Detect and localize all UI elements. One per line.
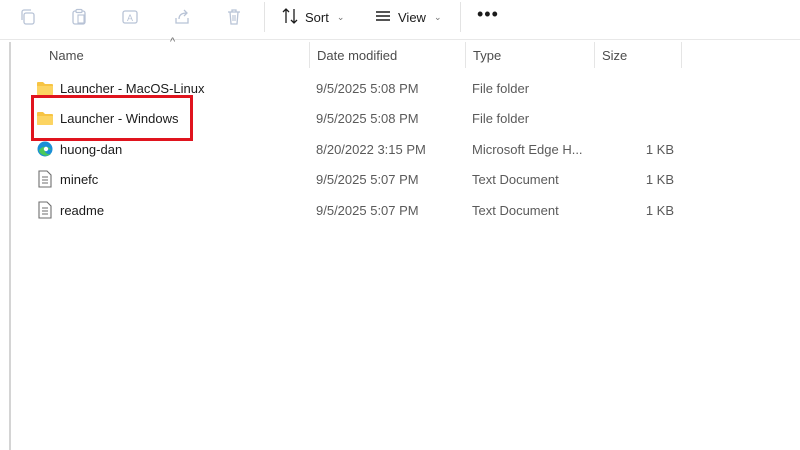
date-cell: 9/5/2025 5:08 PM <box>316 110 419 126</box>
date-cell: 9/5/2025 5:07 PM <box>316 202 419 218</box>
share-icon[interactable] <box>170 5 194 29</box>
column-header-date-modified[interactable]: Date modified <box>311 40 465 70</box>
chevron-down-icon: ⌄ <box>336 11 345 22</box>
file-name: Launcher - MacOS-Linux <box>60 80 205 96</box>
size-cell <box>594 73 674 103</box>
command-bar: A Sort ⌄ View ⌄ ••• <box>0 0 800 36</box>
sort-icon <box>281 7 299 28</box>
view-icon <box>374 7 392 28</box>
sort-label: Sort <box>305 9 329 25</box>
size-cell <box>594 103 674 133</box>
type-cell: Text Document <box>472 202 559 218</box>
column-divider[interactable] <box>465 42 466 68</box>
delete-icon[interactable] <box>222 5 246 29</box>
view-label: View <box>398 9 426 25</box>
column-divider[interactable] <box>594 42 595 68</box>
size-cell: 1 KB <box>645 141 674 157</box>
date-cell: 9/5/2025 5:08 PM <box>316 80 419 96</box>
toolbar-divider <box>460 2 461 32</box>
type-cell: Microsoft Edge H... <box>472 141 583 157</box>
size-cell: 1 KB <box>645 202 674 218</box>
text-document-icon <box>36 170 54 188</box>
file-row[interactable]: readme 9/5/2025 5:07 PM Text Document 1 … <box>28 195 688 225</box>
paste-icon[interactable] <box>67 5 91 29</box>
date-cell: 8/20/2022 3:15 PM <box>316 141 426 157</box>
toolbar-divider <box>264 2 265 32</box>
navigation-pane-edge[interactable] <box>9 42 11 450</box>
column-divider[interactable] <box>309 42 310 68</box>
type-cell: Text Document <box>472 171 559 187</box>
column-divider[interactable] <box>681 42 682 68</box>
svg-text:A: A <box>127 13 133 23</box>
file-name: huong-dan <box>60 141 123 157</box>
type-cell: File folder <box>472 110 530 126</box>
file-name: minefc <box>60 171 99 187</box>
column-header-name[interactable]: Name <box>43 40 308 70</box>
text-document-icon <box>36 201 54 219</box>
rename-icon[interactable]: A <box>118 5 142 29</box>
column-headers: ^ Name Date modified Type Size <box>0 36 800 70</box>
sort-button[interactable]: Sort ⌄ <box>281 5 344 29</box>
date-cell: 9/5/2025 5:07 PM <box>316 171 419 187</box>
column-header-size[interactable]: Size <box>596 40 681 70</box>
type-cell: File folder <box>472 80 530 96</box>
highlight-box <box>31 95 193 141</box>
size-cell: 1 KB <box>645 171 674 187</box>
chevron-down-icon: ⌄ <box>433 11 442 22</box>
more-options-button[interactable]: ••• <box>477 4 499 25</box>
name-cell: readme <box>36 195 104 225</box>
copy-icon[interactable] <box>16 5 40 29</box>
view-button[interactable]: View ⌄ <box>374 5 442 29</box>
name-cell: minefc <box>36 164 98 194</box>
column-header-type[interactable]: Type <box>467 40 593 70</box>
edge-icon <box>36 140 54 158</box>
file-row[interactable]: minefc 9/5/2025 5:07 PM Text Document 1 … <box>28 164 688 194</box>
file-name: readme <box>60 202 105 218</box>
